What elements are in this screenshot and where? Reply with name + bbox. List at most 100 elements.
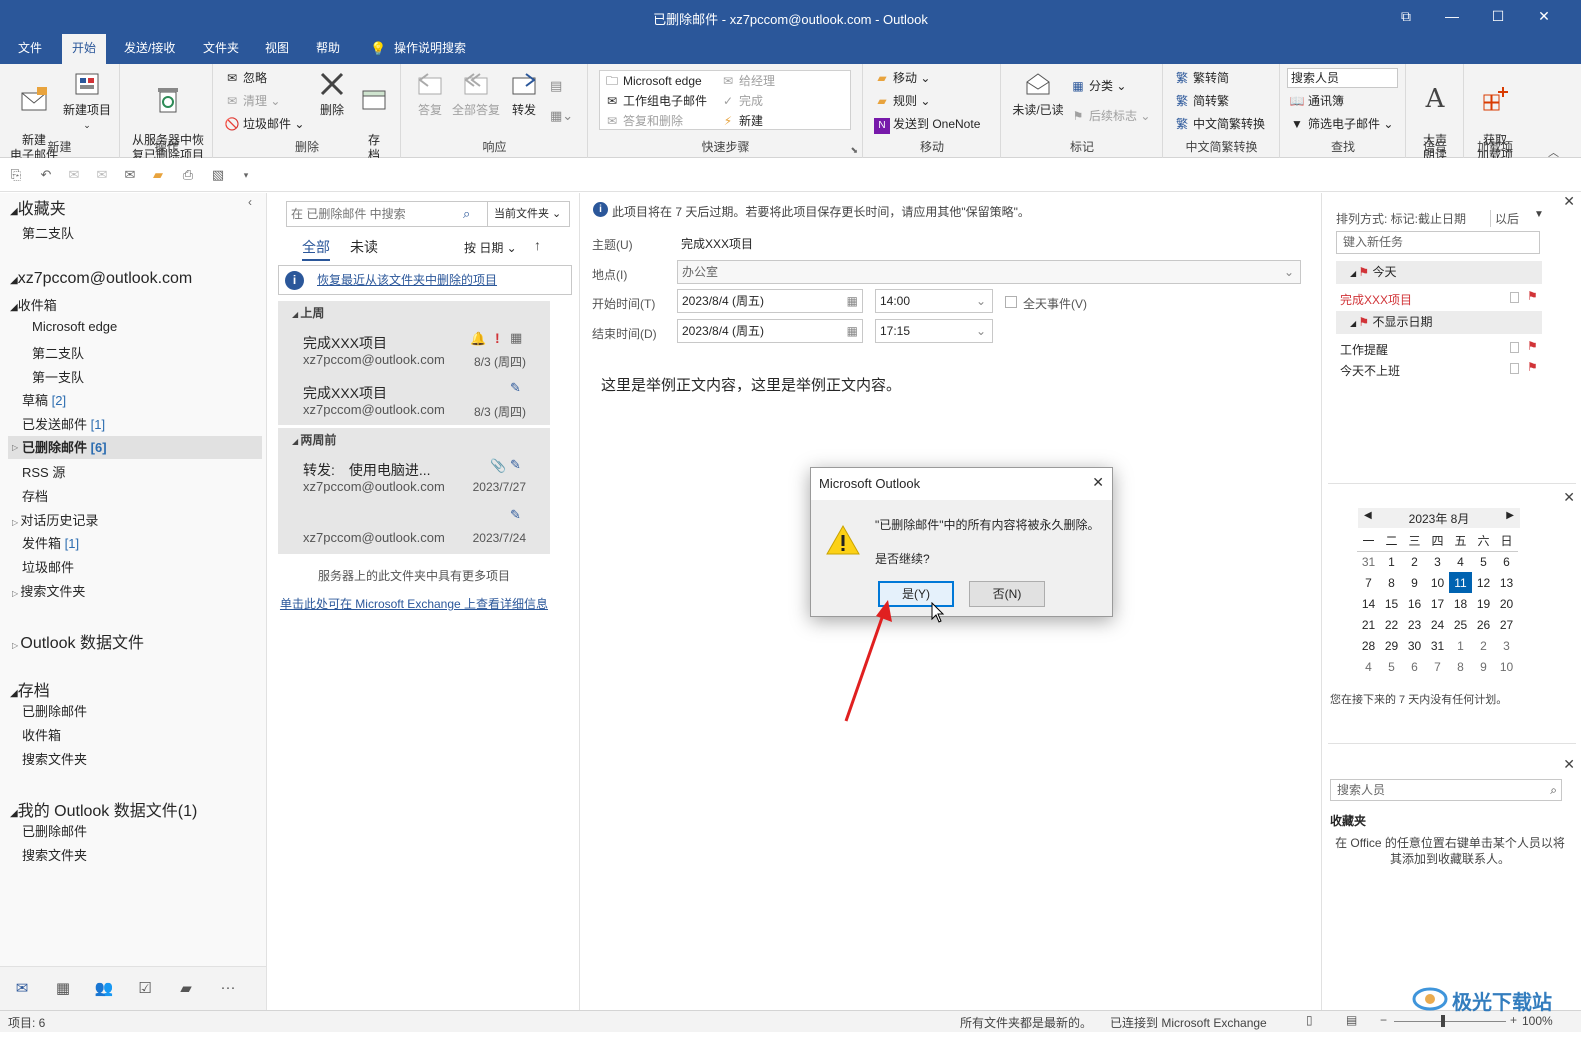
quick-step-reply-delete[interactable]: ✉ 答复和删除: [604, 111, 683, 131]
calendar-day[interactable]: 4: [1449, 551, 1472, 572]
message-body[interactable]: 这里是举例正文内容，这里是举例正文内容。: [601, 374, 901, 395]
calendar-day[interactable]: 2: [1403, 551, 1426, 572]
end-time-field[interactable]: 17:15 ⌄: [875, 319, 993, 343]
close-pane-icon[interactable]: ✕: [1563, 193, 1575, 210]
data-file-header[interactable]: ▷ Outlook 数据文件: [12, 629, 144, 653]
calendar-day[interactable]: 6: [1403, 656, 1426, 677]
flag-icon[interactable]: ⚑: [1527, 289, 1538, 303]
list-item[interactable]: 完成XXX项目 🔔 ! ▦ xz7pccom@outlook.com 8/3 (…: [278, 325, 550, 375]
calendar-day[interactable]: 28: [1357, 635, 1380, 656]
task-sort-direction[interactable]: 以后: [1490, 210, 1519, 227]
calendar-day[interactable]: 1: [1449, 635, 1472, 656]
deleted-items-folder[interactable]: ▷ 已删除邮件 [6]: [8, 436, 262, 459]
zoom-slider-thumb[interactable]: [1441, 1015, 1445, 1027]
task-item[interactable]: 今天不上班: [1340, 362, 1400, 379]
reply-button[interactable]: 答复: [412, 68, 448, 118]
sort-direction-icon[interactable]: ↑: [534, 237, 541, 253]
quick-step-team-email[interactable]: ✉ 工作组电子邮件: [604, 91, 707, 111]
junk-button[interactable]: 🚫 垃圾邮件 ⌄: [224, 114, 305, 134]
normal-view-icon[interactable]: ▯: [1306, 1013, 1313, 1027]
calendar-day[interactable]: 10: [1495, 656, 1518, 677]
move-button[interactable]: ▰ 移动 ⌄: [874, 68, 930, 88]
filter-email-button[interactable]: ▼ 筛选电子邮件 ⌄: [1289, 114, 1393, 134]
calendar-day[interactable]: 26: [1472, 614, 1495, 635]
close-calendar-icon[interactable]: ✕: [1563, 489, 1575, 506]
calendar-day[interactable]: 20: [1495, 593, 1518, 614]
simp-to-trad-button[interactable]: 繁简转繁: [1174, 91, 1229, 111]
start-time-field[interactable]: 14:00 ⌄: [875, 289, 993, 313]
calendar-day[interactable]: 7: [1357, 572, 1380, 593]
chevron-down-icon[interactable]: ▼: [1534, 209, 1544, 220]
outbox-folder[interactable]: 发件箱 [1]: [22, 533, 79, 552]
calendar-day[interactable]: 23: [1403, 614, 1426, 635]
calendar-day[interactable]: 4: [1357, 656, 1380, 677]
favorites-header[interactable]: ◢收藏夹: [10, 195, 66, 219]
search-people-input[interactable]: 搜索人员: [1287, 68, 1398, 88]
sent-folder[interactable]: 已发送邮件 [1]: [22, 414, 105, 433]
reply-all-qat-icon[interactable]: ✉: [94, 167, 110, 183]
calendar-day[interactable]: 8: [1380, 572, 1403, 593]
maximize-icon[interactable]: ☐: [1475, 0, 1521, 34]
flag-icon[interactable]: ⚑: [1527, 339, 1538, 353]
allday-checkbox[interactable]: [1005, 296, 1017, 308]
tasks-icon[interactable]: ☑: [135, 979, 155, 999]
view-on-exchange-link[interactable]: 单击此处可在 Microsoft Exchange 上查看详细信息: [278, 596, 550, 613]
search-icon[interactable]: ⌕: [1550, 780, 1557, 800]
search-input[interactable]: [291, 205, 461, 223]
undo-icon[interactable]: ↶: [38, 167, 54, 183]
calendar-day[interactable]: 1: [1380, 551, 1403, 572]
forward-qat-icon[interactable]: ✉: [122, 167, 138, 183]
calendar-day[interactable]: 24: [1426, 614, 1449, 635]
close-icon[interactable]: ✕: [1521, 0, 1567, 34]
calendar-day[interactable]: 21: [1357, 614, 1380, 635]
tab-folder[interactable]: 文件夹: [193, 34, 249, 64]
account-header[interactable]: ◢xz7pccom@outlook.com: [10, 270, 192, 288]
people-search-input[interactable]: 搜索人员 ⌕: [1330, 779, 1562, 801]
ignore-button[interactable]: ✉ 忽略: [224, 68, 267, 88]
calendar-day[interactable]: 12: [1472, 572, 1495, 593]
new-items-button[interactable]: 新建项目 ⌄: [58, 68, 116, 133]
categorize-button[interactable]: ▦ 分类 ⌄: [1070, 76, 1126, 96]
quick-step-edge[interactable]: 🗀 Microsoft edge: [604, 71, 702, 91]
mydata-deleted-folder[interactable]: 已删除邮件: [22, 821, 87, 840]
search-scope-dropdown[interactable]: 当前文件夹 ⌄: [487, 202, 569, 226]
dialog-close-icon[interactable]: ✕: [1092, 474, 1104, 491]
calendar-day[interactable]: 3: [1495, 635, 1518, 656]
more-respond-icon[interactable]: ▦⌄: [550, 108, 573, 124]
print-icon[interactable]: ⎙: [180, 167, 196, 183]
filter-all-tab[interactable]: 全部: [302, 237, 330, 261]
calendar-picker-icon[interactable]: ▦: [847, 320, 858, 342]
clean-up-button[interactable]: ✉ 清理 ⌄: [224, 91, 280, 111]
address-book-button[interactable]: 📖 通讯簿: [1289, 91, 1345, 111]
reply-qat-icon[interactable]: ✉: [66, 167, 82, 183]
archive-search-folder[interactable]: 搜索文件夹: [22, 749, 87, 768]
collapse-pane-icon[interactable]: ‹: [248, 195, 252, 209]
mail-icon[interactable]: ✉: [12, 979, 32, 999]
move-qat-icon[interactable]: ▰: [150, 167, 166, 183]
quick-step-new[interactable]: ⚡ 新建: [720, 111, 763, 131]
quick-step-manager[interactable]: ✉ 给经理: [720, 71, 775, 91]
start-date-field[interactable]: 2023/8/4 (周五) ▦: [677, 289, 863, 313]
list-item[interactable]: 完成XXX项目 ✎ xz7pccom@outlook.com 8/3 (周四): [278, 375, 550, 425]
sort-by-date-dropdown[interactable]: 按 日期 ⌄: [464, 239, 517, 256]
onenote-button[interactable]: N 发送到 OneNote: [874, 114, 980, 134]
end-date-field[interactable]: 2023/8/4 (周五) ▦: [677, 319, 863, 343]
next-month-icon[interactable]: ▶: [1506, 510, 1514, 521]
calendar-day[interactable]: 5: [1380, 656, 1403, 677]
calendar-icon[interactable]: ▦: [53, 979, 73, 999]
search-folders[interactable]: ▷ 搜索文件夹: [12, 581, 85, 600]
tab-file[interactable]: 文件: [8, 34, 52, 64]
delete-button[interactable]: 删除: [312, 68, 352, 118]
rules-button[interactable]: ▰ 规则 ⌄: [874, 91, 930, 111]
meeting-icon[interactable]: ▤: [550, 78, 562, 94]
close-people-icon[interactable]: ✕: [1563, 756, 1575, 773]
more-modules-icon[interactable]: ···: [218, 979, 238, 999]
fav-folder-team2[interactable]: 第二支队: [22, 223, 74, 242]
folder-team1[interactable]: 第一支队: [32, 367, 84, 386]
calendar-day[interactable]: 16: [1403, 593, 1426, 614]
calendar-day[interactable]: 18: [1449, 593, 1472, 614]
calendar-picker-icon[interactable]: ▦: [847, 290, 858, 312]
folder-microsoft-edge[interactable]: Microsoft edge: [32, 319, 117, 334]
restore-icon[interactable]: ⧉: [1383, 0, 1429, 34]
list-item[interactable]: ✎ xz7pccom@outlook.com 2023/7/24: [278, 502, 550, 554]
